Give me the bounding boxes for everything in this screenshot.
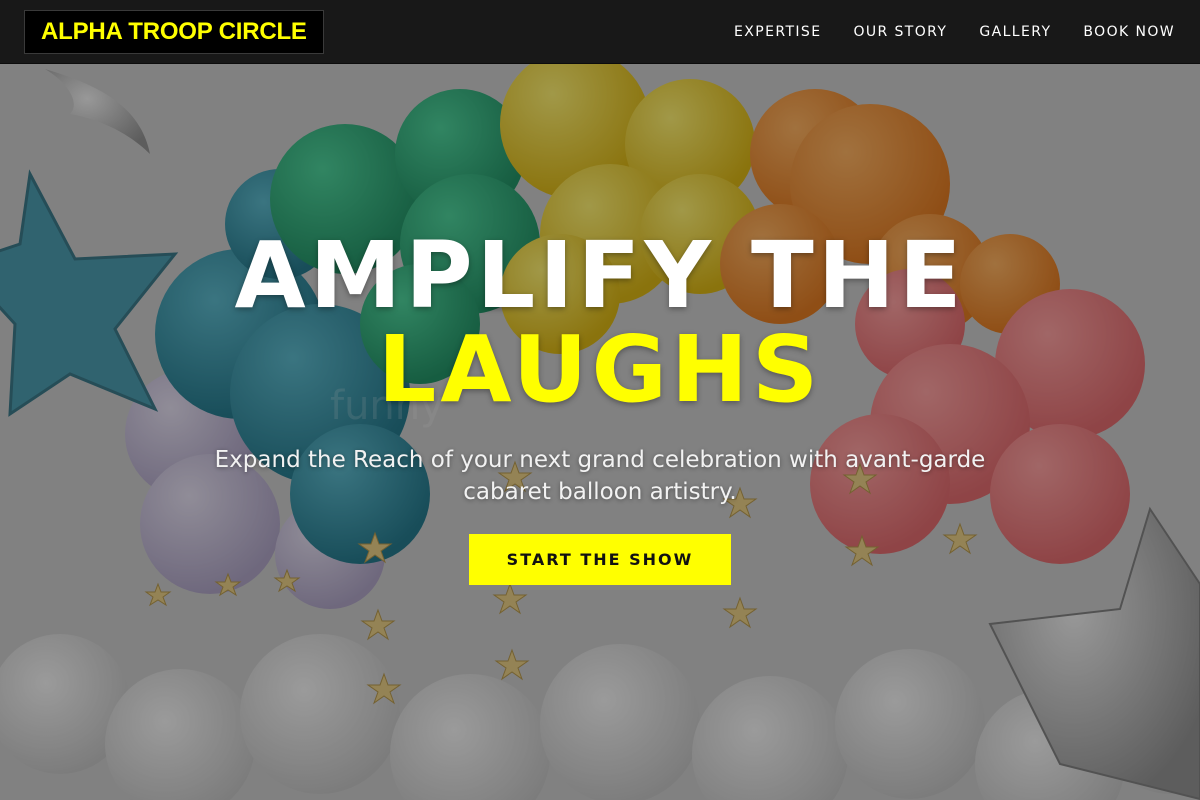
hero-dark-overlay xyxy=(0,64,1200,800)
nav-link-book-now[interactable]: BOOK NOW xyxy=(1083,22,1175,42)
main-nav: EXPERTISE OUR STORY GALLERY BOOK NOW xyxy=(702,22,1175,42)
headline-line-1: AMPLIFY THE xyxy=(234,222,966,329)
nav-link-gallery[interactable]: GALLERY xyxy=(979,22,1051,42)
start-show-button[interactable]: START THE SHOW xyxy=(469,534,731,585)
brand-logo[interactable]: ALPHA TROOP CIRCLE xyxy=(24,10,324,54)
site-header: ALPHA TROOP CIRCLE EXPERTISE OUR STORY G… xyxy=(0,0,1200,64)
nav-link-our-story[interactable]: OUR STORY xyxy=(853,22,947,42)
hero-headline: AMPLIFY THE LAUGHS xyxy=(0,229,1200,417)
headline-line-2-accent: LAUGHS xyxy=(377,316,823,423)
hero-section: funny AMPLIFY THE LAUGHS Expand the Reac… xyxy=(0,64,1200,800)
hero-subtitle: Expand the Reach of your next grand cele… xyxy=(214,447,986,505)
nav-link-expertise[interactable]: EXPERTISE xyxy=(734,22,821,42)
